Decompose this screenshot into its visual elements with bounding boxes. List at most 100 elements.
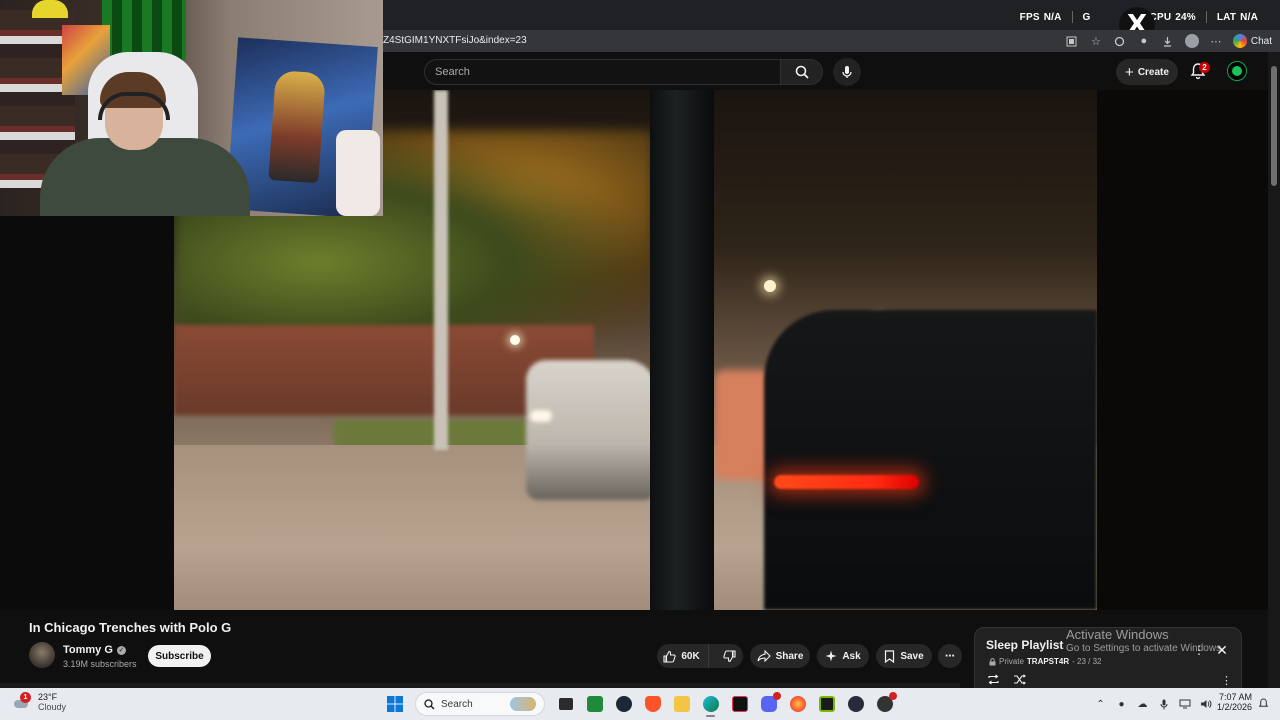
ask-label: Ask: [842, 650, 861, 662]
shuffle-icon[interactable]: [1013, 674, 1027, 686]
microphone-tray-icon[interactable]: [1157, 698, 1170, 711]
taskbar-search-label: Search: [441, 698, 473, 710]
network-icon[interactable]: [1178, 698, 1191, 711]
screen: FPS N/A G CPU 24% LAT N/A X Z4StGIM1YNXT…: [0, 0, 1280, 720]
recording-extension-icon[interactable]: ●: [1137, 34, 1151, 48]
playlist-privacy: Private: [999, 657, 1024, 666]
steam-tray-icon[interactable]: ●: [1115, 698, 1128, 711]
taskbar-app-tiktok[interactable]: [725, 692, 754, 716]
create-label: Create: [1137, 66, 1169, 78]
webcam-plush: [336, 130, 380, 216]
account-avatar[interactable]: [1227, 61, 1247, 81]
save-button[interactable]: Save: [876, 644, 932, 668]
taskbar-app-widgets[interactable]: [580, 692, 609, 716]
scene-street-pole: [434, 90, 448, 450]
taskbar-app-steam[interactable]: [609, 692, 638, 716]
channel-name[interactable]: Tommy G: [63, 644, 113, 656]
menu-kebab-icon[interactable]: ⋯: [1209, 34, 1223, 48]
lat-value: N/A: [1240, 11, 1258, 23]
gpu-label: G: [1082, 11, 1091, 23]
webcam-person-hoodie: [40, 138, 250, 216]
taskbar-app-recorder[interactable]: [870, 692, 899, 716]
page-scrollbar[interactable]: [1268, 52, 1280, 688]
more-horizontal-icon: ⋯: [945, 650, 955, 662]
scene-foreground-pillar: [650, 90, 714, 610]
taskbar-apps: Search: [380, 692, 899, 717]
share-arrow-icon: [757, 650, 771, 662]
profile-avatar[interactable]: [1184, 34, 1199, 48]
scene-dark-car: [764, 310, 1097, 610]
verified-check-icon: ✓: [116, 645, 126, 655]
obs-icon: [847, 696, 864, 712]
stat-divider: [1071, 11, 1073, 23]
taskbar-search[interactable]: Search: [415, 692, 545, 716]
lat-label: LAT: [1216, 11, 1237, 23]
taskbar-app-edge[interactable]: [696, 692, 725, 717]
scene-light: [510, 335, 520, 345]
more-actions-button[interactable]: ⋯: [938, 644, 962, 668]
playlist-more-icon[interactable]: ⋮: [1221, 674, 1232, 687]
video-letterbox-right: [1097, 90, 1268, 610]
ask-button[interactable]: Ask: [817, 644, 869, 668]
task-view-icon: [558, 698, 573, 710]
channel-avatar[interactable]: [29, 642, 55, 668]
onedrive-icon[interactable]: ☁: [1136, 698, 1149, 711]
scene-headlight: [530, 410, 552, 422]
subscriber-count: 3.19M subscribers: [63, 659, 137, 669]
video-title: In Chicago Trenches with Polo G: [29, 620, 232, 635]
scene-tail-light: [774, 475, 919, 489]
gpu-stat: G: [1083, 12, 1095, 23]
subscribe-button[interactable]: Subscribe: [148, 645, 211, 667]
chevron-up-icon[interactable]: ⌃: [1094, 698, 1107, 711]
cpu-stat: CPU 24%: [1150, 12, 1196, 23]
clock-date: 1/2/2026: [1216, 702, 1252, 712]
taskbar-app-discord[interactable]: [754, 692, 783, 716]
chat-button[interactable]: Chat: [1232, 34, 1272, 48]
playlist-owner[interactable]: TRAPST4R: [1027, 657, 1069, 666]
search-placeholder: Search: [435, 66, 470, 78]
download-icon[interactable]: [1161, 34, 1175, 48]
taskbar-app-firefox[interactable]: [783, 692, 812, 716]
microphone-icon: [842, 66, 852, 78]
voice-search-button[interactable]: [833, 58, 861, 86]
taskbar-app-nvidia[interactable]: [812, 692, 841, 716]
share-button[interactable]: Share: [750, 644, 810, 668]
bookmark-star-icon[interactable]: ☆: [1089, 34, 1103, 48]
channel-name-row[interactable]: Tommy G ✓: [63, 644, 126, 656]
app-install-icon[interactable]: [1065, 34, 1079, 48]
playlist-title[interactable]: Sleep Playlist: [986, 638, 1063, 652]
steam-icon: [615, 696, 632, 712]
create-button[interactable]: + Create: [1116, 59, 1178, 85]
taskbar-app-brave[interactable]: [638, 692, 667, 716]
stat-divider: [1205, 11, 1207, 23]
brave-icon: [644, 696, 661, 712]
playlist-position: - 23 / 32: [1072, 657, 1102, 666]
extension-icon[interactable]: [1113, 34, 1127, 48]
start-button[interactable]: [380, 692, 409, 716]
weather-temperature: 23°F: [38, 692, 58, 702]
like-button[interactable]: 60K: [655, 644, 709, 668]
notification-center-icon[interactable]: [1258, 698, 1270, 710]
save-label: Save: [900, 650, 924, 662]
scene-white-suv: [526, 360, 656, 500]
search-input[interactable]: Search: [424, 59, 781, 85]
volume-icon[interactable]: [1199, 698, 1212, 711]
fps-value: N/A: [1043, 11, 1062, 23]
activate-windows-subtitle: Go to Settings to activate Windows.: [1066, 643, 1224, 654]
loop-icon[interactable]: [987, 674, 1001, 686]
dislike-button[interactable]: [714, 644, 745, 668]
search-button[interactable]: [781, 59, 823, 85]
taskbar-clock[interactable]: 7:07 AM 1/2/2026: [1214, 692, 1252, 712]
taskbar-app-obs[interactable]: [841, 692, 870, 716]
search-icon: [795, 65, 809, 79]
search-highlight-icon: [510, 697, 536, 711]
url-text[interactable]: Z4StGIM1YNXTFsiJo&index=23: [383, 35, 527, 46]
discord-notification-dot: [773, 692, 781, 700]
task-view-button[interactable]: [551, 692, 580, 716]
share-label: Share: [775, 650, 804, 662]
browser-toolbar: ☆ ● ⋯ Chat: [1065, 31, 1272, 51]
taskbar-app-explorer[interactable]: [667, 692, 696, 716]
scrollbar-thumb[interactable]: [1271, 66, 1277, 186]
weather-condition: Cloudy: [38, 702, 67, 712]
webcam-green-poster: [102, 0, 186, 60]
